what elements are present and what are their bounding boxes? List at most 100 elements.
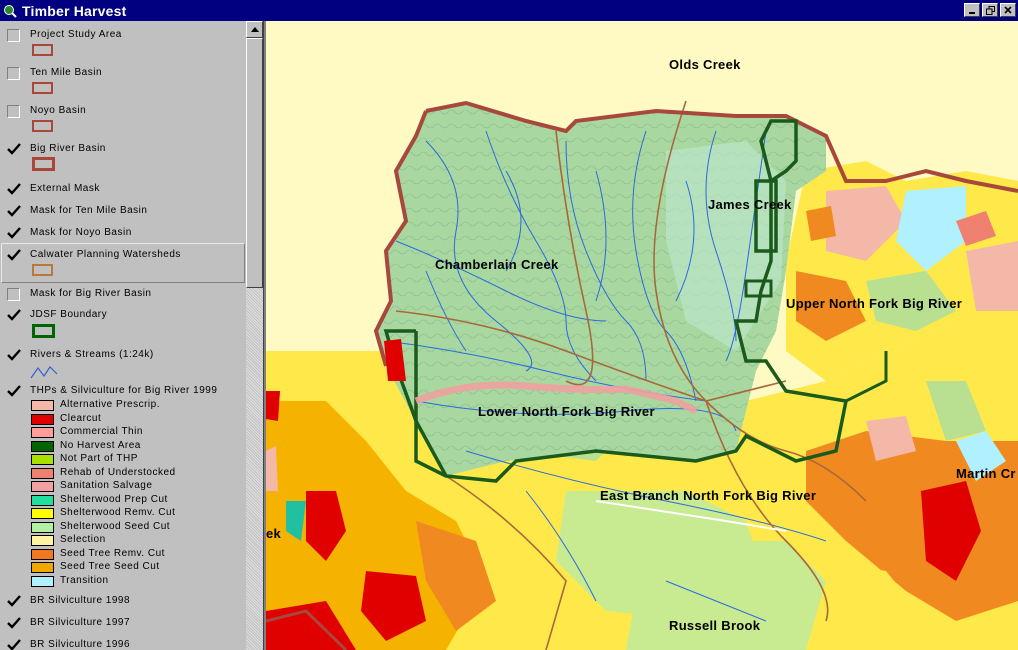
title-bar: Timber Harvest bbox=[0, 0, 1018, 21]
layer-checkbox[interactable] bbox=[7, 29, 20, 42]
layer-name: JDSF Boundary bbox=[30, 309, 108, 320]
layer-name: Project Study Area bbox=[30, 29, 122, 40]
layer-checkbox[interactable] bbox=[7, 638, 21, 650]
minimize-button[interactable] bbox=[964, 3, 980, 17]
layer-checkbox[interactable] bbox=[7, 182, 21, 195]
map-label-russell-brook: Russell Brook bbox=[669, 618, 761, 633]
layer-name: BR Silviculture 1996 bbox=[30, 639, 131, 650]
layer-checkbox[interactable] bbox=[7, 308, 21, 321]
map-label-chamberlain-creek: Chamberlain Creek bbox=[435, 257, 559, 272]
restore-button[interactable] bbox=[982, 3, 998, 17]
layer-name: Ten Mile Basin bbox=[30, 67, 103, 78]
class-label: Transition bbox=[60, 574, 109, 586]
class-label: Not Part of THP bbox=[60, 453, 138, 464]
layer-name: BR Silviculture 1997 bbox=[30, 617, 131, 628]
map-label-james-creek: James Creek bbox=[708, 197, 792, 212]
class-color-swatch bbox=[31, 467, 54, 479]
layer-checkbox[interactable] bbox=[7, 384, 21, 397]
layer-checkbox[interactable] bbox=[7, 204, 21, 217]
class-color-swatch bbox=[31, 508, 54, 519]
checkmark-icon bbox=[7, 309, 21, 321]
layer-checkbox[interactable] bbox=[7, 67, 20, 80]
checkmark-icon bbox=[7, 595, 21, 607]
thp-class-item: Transition bbox=[31, 575, 241, 588]
map-label-upper-north-fork-big-river: Upper North Fork Big River bbox=[786, 296, 963, 311]
magnifier-globe-icon bbox=[2, 3, 18, 19]
thp-class-item: Commercial Thin bbox=[31, 426, 241, 439]
thp-class-item: Shelterwood Remv. Cut bbox=[31, 507, 241, 520]
scroll-up-button[interactable] bbox=[246, 21, 263, 38]
layer-checkbox[interactable] bbox=[7, 594, 21, 607]
layer-name: Mask for Big River Basin bbox=[30, 288, 152, 299]
map-label-lower-north-fork-big-river: Lower North Fork Big River bbox=[478, 404, 655, 419]
map-view[interactable]: Olds Creek James Creek Chamberlain Creek… bbox=[266, 21, 1018, 650]
arrow-up-icon bbox=[250, 27, 259, 32]
class-color-swatch bbox=[31, 575, 54, 587]
outline-symbol bbox=[32, 44, 53, 56]
thp-class-item: Shelterwood Seed Cut bbox=[31, 521, 241, 534]
class-color-swatch bbox=[31, 481, 54, 492]
class-label: Seed Tree Seed Cut bbox=[60, 561, 160, 572]
thp-class-item: Alternative Prescrip. bbox=[31, 399, 241, 412]
class-label: Seed Tree Remv. Cut bbox=[60, 547, 165, 559]
restore-icon bbox=[985, 5, 995, 15]
checkmark-icon bbox=[7, 227, 21, 239]
outline-symbol bbox=[32, 324, 55, 338]
class-label: Rehab of Understocked bbox=[60, 466, 176, 478]
thp-class-item: Seed Tree Remv. Cut bbox=[31, 548, 241, 561]
class-label: Sanitation Salvage bbox=[60, 480, 153, 491]
outline-symbol bbox=[32, 157, 55, 171]
class-color-swatch bbox=[31, 400, 54, 411]
class-color-swatch bbox=[31, 440, 54, 452]
map-label-olds-creek: Olds Creek bbox=[669, 57, 741, 72]
stream-line-symbol bbox=[30, 366, 58, 379]
thp-class-item: Selection bbox=[31, 534, 241, 547]
outline-symbol bbox=[32, 264, 53, 276]
thp-class-item: No Harvest Area bbox=[31, 440, 241, 453]
layer-name: Noyo Basin bbox=[30, 105, 87, 116]
layer-name: External Mask bbox=[30, 183, 100, 194]
layer-name: Rivers & Streams (1:24k) bbox=[30, 349, 154, 360]
map-label-east-branch-north-fork-big-river: East Branch North Fork Big River bbox=[600, 488, 817, 503]
scroll-thumb[interactable] bbox=[246, 38, 263, 288]
class-label: No Harvest Area bbox=[60, 439, 141, 451]
layer-checkbox[interactable] bbox=[7, 105, 20, 118]
layer-name: THPs & Silviculture for Big River 1999 bbox=[30, 385, 218, 396]
layer-name: Big River Basin bbox=[30, 143, 106, 154]
class-label: Shelterwood Seed Cut bbox=[60, 520, 171, 532]
class-label: Shelterwood Prep Cut bbox=[60, 493, 168, 505]
class-color-swatch bbox=[31, 427, 54, 438]
layer-checkbox[interactable] bbox=[7, 142, 21, 155]
layer-checkbox[interactable] bbox=[7, 288, 20, 301]
class-color-swatch bbox=[31, 548, 54, 560]
legend-scrollbar[interactable] bbox=[246, 21, 263, 650]
class-label: Alternative Prescrip. bbox=[60, 399, 160, 410]
thp-class-item: Seed Tree Seed Cut bbox=[31, 561, 241, 574]
layer-checkbox[interactable] bbox=[7, 226, 21, 239]
class-label: Clearcut bbox=[60, 412, 102, 424]
class-color-swatch bbox=[31, 521, 54, 533]
class-color-swatch bbox=[31, 454, 54, 465]
checkmark-icon bbox=[7, 205, 21, 217]
minimize-icon bbox=[969, 12, 975, 14]
class-color-swatch bbox=[31, 562, 54, 573]
class-color-swatch bbox=[31, 535, 54, 546]
layer-checkbox[interactable] bbox=[7, 616, 21, 629]
layer-checkbox[interactable] bbox=[7, 248, 21, 261]
checkmark-icon bbox=[7, 385, 21, 397]
class-label: Selection bbox=[60, 534, 106, 545]
layer-name: Mask for Ten Mile Basin bbox=[30, 205, 148, 216]
thp-class-item: Rehab of Understocked bbox=[31, 467, 241, 480]
class-label: Commercial Thin bbox=[60, 426, 143, 437]
map-canvas bbox=[266, 100, 1018, 650]
layer-checkbox[interactable] bbox=[7, 348, 21, 361]
close-icon bbox=[1004, 6, 1012, 14]
outline-symbol bbox=[32, 120, 53, 132]
class-label: Shelterwood Remv. Cut bbox=[60, 507, 176, 518]
map-label-martin-creek: Martin Cr bbox=[956, 466, 1016, 481]
layer-name: Calwater Planning Watersheds bbox=[30, 249, 181, 260]
checkmark-icon bbox=[7, 249, 21, 261]
checkmark-icon bbox=[7, 617, 21, 629]
outline-symbol bbox=[32, 82, 53, 94]
close-button[interactable] bbox=[1000, 3, 1016, 17]
